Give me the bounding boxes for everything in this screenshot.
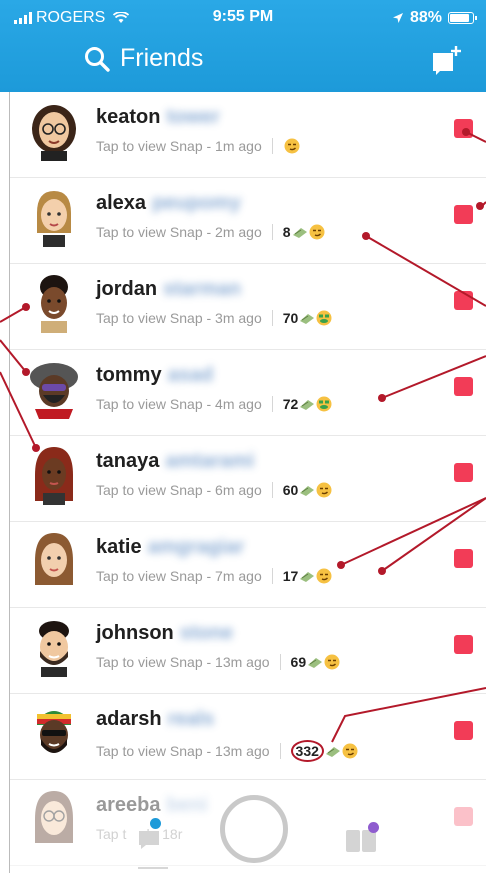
home-indicator	[138, 867, 168, 869]
bitmoji-avatar	[32, 105, 76, 161]
bitmoji-avatar	[40, 275, 68, 333]
money-mouth-emoji-icon	[316, 396, 332, 412]
snap-status: Tap to view Snap - 6m ago 60	[96, 482, 332, 498]
unopened-snap-icon	[454, 291, 473, 310]
snap-status: Tap to view Snap - 2m ago 8	[96, 224, 325, 240]
friend-name: alexa peupomy	[96, 192, 241, 214]
capture-button[interactable]	[220, 795, 288, 863]
bitmoji-avatar	[35, 447, 73, 505]
smirk-emoji-icon	[316, 482, 332, 498]
friend-row[interactable]: adarsh reals Tap to view Snap - 13m ago …	[10, 694, 486, 780]
unopened-snap-icon	[454, 377, 473, 396]
snap-status: Tap to view Snap - 3m ago 70	[96, 310, 332, 326]
bitmoji-avatar	[35, 533, 73, 585]
battery-icon	[448, 12, 477, 24]
status-bar: ROGERS 9:55 PM 88%	[0, 0, 486, 36]
streak: 70	[283, 310, 333, 326]
friend-name: jordan starman	[96, 278, 241, 300]
battery-group: 88%	[392, 9, 477, 27]
streak: 69	[291, 654, 341, 670]
friend-row[interactable]: tanaya amtarami Tap to view Snap - 6m ag…	[10, 436, 486, 522]
streak: 17	[283, 568, 333, 584]
stories-tab-icon[interactable]	[346, 822, 379, 852]
bitmoji-avatar	[39, 621, 69, 677]
friend-name: adarsh reals	[96, 708, 215, 730]
location-arrow-icon	[392, 13, 403, 23]
unopened-snap-icon	[454, 463, 473, 482]
chat-notification-dot	[150, 818, 161, 829]
money-mouth-emoji-icon	[316, 310, 332, 326]
streak: 60	[283, 482, 333, 498]
money-fire-icon	[292, 228, 307, 238]
stories-notification-dot	[368, 822, 379, 833]
friend-row[interactable]: johnson stone Tap to view Snap - 13m ago…	[10, 608, 486, 694]
smirk-emoji-icon	[324, 654, 340, 670]
friend-row[interactable]: alexa peupomy Tap to view Snap - 2m ago …	[10, 178, 486, 264]
snap-status: Tap to view Snap - 4m ago 72	[96, 396, 332, 412]
money-fire-icon	[300, 400, 315, 410]
snap-status: Tap to view Snap - 1m ago	[96, 138, 300, 154]
app-header: ROGERS 9:55 PM 88% Friends	[0, 0, 486, 92]
left-frame	[0, 92, 10, 873]
friend-name: tanaya amtarami	[96, 450, 255, 472]
page-title: Friends	[120, 44, 204, 72]
friend-name: keaton tower	[96, 106, 220, 128]
friend-name: tommy asad	[96, 364, 214, 386]
snap-status: Tap to view Snap - 13m ago 69	[96, 654, 340, 670]
bottom-nav	[0, 790, 486, 873]
bitmoji-avatar	[37, 191, 71, 247]
snap-status: Tap to view Snap - 13m ago 332	[96, 740, 358, 762]
friend-row[interactable]: tommy asad Tap to view Snap - 4m ago 72	[10, 350, 486, 436]
streak: 8	[283, 224, 325, 240]
friend-name: katie amgragiar	[96, 536, 245, 558]
battery-percent: 88%	[409, 9, 442, 26]
smirk-emoji-icon	[284, 138, 300, 154]
money-fire-icon	[325, 747, 340, 757]
friend-row[interactable]: katie amgragiar Tap to view Snap - 7m ag…	[10, 522, 486, 608]
money-fire-icon	[300, 486, 315, 496]
new-chat-icon[interactable]	[430, 44, 464, 78]
search-bar[interactable]: Friends	[84, 44, 203, 73]
friend-row[interactable]: jordan starman Tap to view Snap - 3m ago…	[10, 264, 486, 350]
bitmoji-avatar	[37, 711, 71, 753]
smirk-emoji-icon	[316, 568, 332, 584]
streak: 72	[283, 396, 333, 412]
snap-status: Tap to view Snap - 7m ago 17	[96, 568, 332, 584]
unopened-snap-icon	[454, 721, 473, 740]
streak: 332	[290, 740, 358, 762]
friend-name: johnson stone	[96, 622, 234, 644]
unopened-snap-icon	[454, 205, 473, 224]
friend-list: keaton tower Tap to view Snap - 1m ago a…	[10, 92, 486, 866]
unopened-snap-icon	[454, 635, 473, 654]
money-fire-icon	[300, 572, 315, 582]
chat-tab-icon[interactable]	[138, 818, 161, 850]
friend-row[interactable]: keaton tower Tap to view Snap - 1m ago	[10, 92, 486, 178]
unopened-snap-icon	[454, 549, 473, 568]
money-fire-icon	[308, 658, 323, 668]
bitmoji-avatar	[30, 363, 78, 419]
money-fire-icon	[300, 314, 315, 324]
smirk-emoji-icon	[342, 743, 358, 759]
search-icon	[85, 46, 110, 72]
unopened-snap-icon	[454, 119, 473, 138]
smirk-emoji-icon	[309, 224, 325, 240]
streak	[283, 138, 300, 154]
